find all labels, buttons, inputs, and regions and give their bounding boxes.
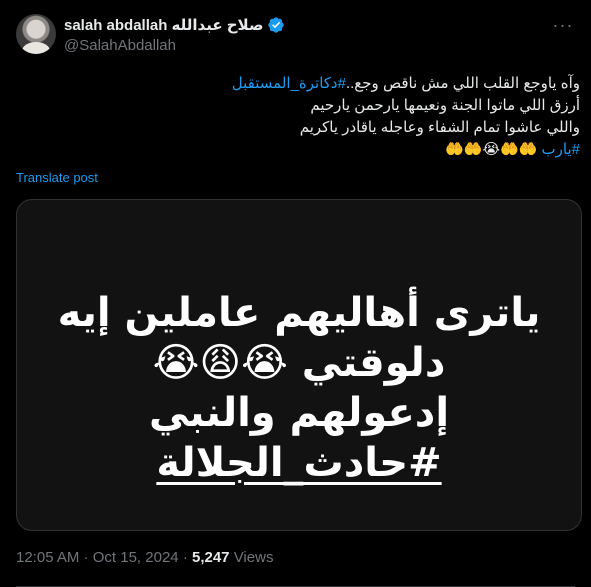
post-header: salah abdallah صلاح عبدالله @SalahAbdall…: [16, 12, 575, 60]
post-meta: 12:05 AM · Oct 15, 2024 · 5,247 Views: [16, 549, 273, 566]
post-text-segment: وآه ياوجع القلب اللي مش ناقص وجع..: [345, 75, 580, 92]
verified-badge-icon: [268, 17, 285, 33]
post-text: وآه ياوجع القلب اللي مش ناقص وجع..#دكاتر…: [16, 73, 580, 161]
author-handle[interactable]: @SalahAbdallah: [64, 37, 535, 54]
more-options-icon[interactable]: ···: [551, 16, 575, 38]
media-text: ياترى أهاليهم عاملين إيه دلوقتي 😭😩😭 إدعو…: [17, 288, 581, 488]
hashtag-link[interactable]: #دكاترة_المستقبل: [232, 75, 346, 92]
emoji-group: 🤲🤲😭🤲🤲: [445, 141, 538, 158]
post-text-line: #يارب 🤲🤲😭🤲🤲: [16, 139, 580, 161]
display-name[interactable]: salah abdallah صلاح عبدالله: [64, 16, 263, 34]
views-label: Views: [233, 549, 274, 566]
media-text-line: دلوقتي 😭😩😭: [152, 340, 446, 386]
meta-separator: ·: [83, 549, 89, 566]
meta-separator: ·: [182, 549, 188, 566]
post-text-line: وآه ياوجع القلب اللي مش ناقص وجع..#دكاتر…: [16, 73, 580, 95]
avatar[interactable]: [16, 14, 56, 54]
translate-post-link[interactable]: Translate post: [16, 170, 98, 185]
post-media-image[interactable]: ياترى أهاليهم عاملين إيه دلوقتي 😭😩😭 إدعو…: [16, 199, 582, 531]
views-count: 5,247: [191, 549, 230, 566]
post-text-line: واللي عاشوا تمام الشفاء وعاجله ياقادر يا…: [299, 119, 580, 136]
hashtag-link[interactable]: #يارب: [542, 141, 580, 158]
post-time[interactable]: 12:05 AM: [16, 549, 79, 566]
post-text-line: أرزق اللي ماتوا الجنة ونعيمها يارحمن يار…: [310, 97, 580, 114]
media-text-line: إدعولهم والنبي: [148, 390, 450, 436]
post-date[interactable]: Oct 15, 2024: [93, 549, 179, 566]
author-names: salah abdallah صلاح عبدالله @SalahAbdall…: [64, 15, 535, 54]
media-text-line: #حادث_الجلالة: [156, 440, 442, 486]
display-name-row: salah abdallah صلاح عبدالله: [64, 15, 535, 35]
media-text-line: ياترى أهاليهم عاملين إيه: [57, 290, 541, 336]
